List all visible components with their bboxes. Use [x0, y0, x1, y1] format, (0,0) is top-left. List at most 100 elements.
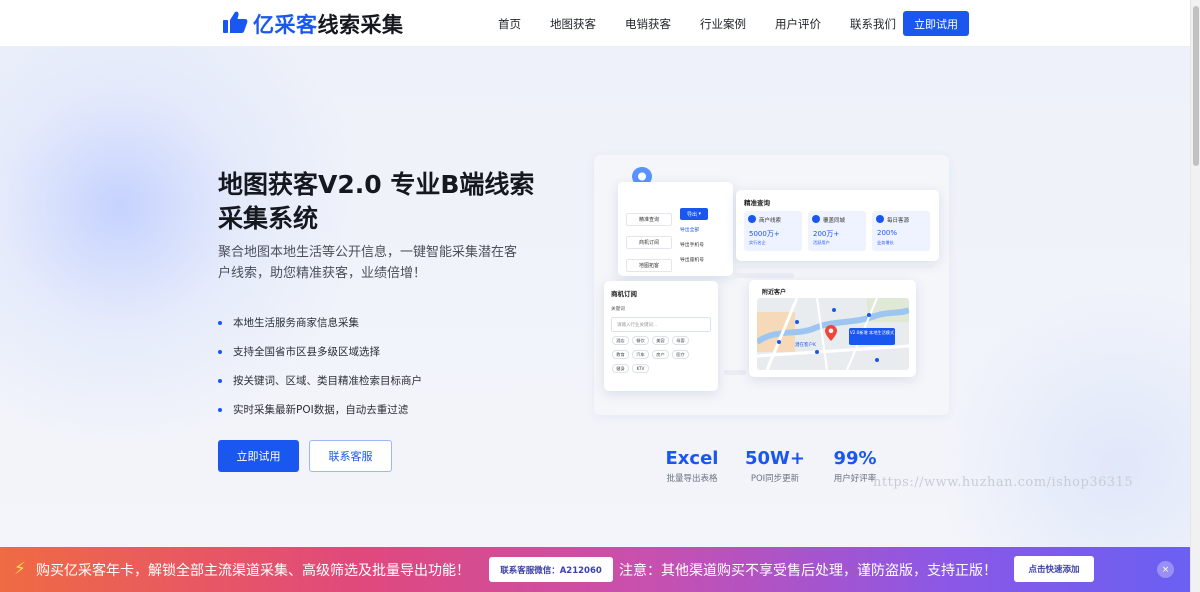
stat-excel: Excel 批量导出表格 [660, 448, 724, 484]
query-card-title: 精准查询 [744, 199, 770, 207]
hero-title: 地图获客V2.0 专业B端线索采集系统 [218, 170, 535, 233]
category-chip[interactable]: 美容 [652, 336, 669, 345]
main-nav: 首页 地图获客 电销获客 行业案例 用户评价 联系我们 [498, 0, 925, 47]
quick-add-button[interactable]: 点击快速添加 [1014, 556, 1094, 582]
stat-label: 覆盖同城 [823, 218, 846, 224]
map-marker-label: 潜在客户K [795, 343, 816, 348]
export-option-landline[interactable]: 导出座机号 [680, 252, 732, 267]
placeholder-row [734, 273, 794, 278]
watermark-text: https://www.huzhan.com/ishop36315 [873, 475, 1134, 490]
category-chip[interactable]: 房产 [652, 350, 669, 359]
category-chip[interactable]: 健身 [612, 364, 629, 373]
logo-suffix: 线索采集 [317, 13, 404, 37]
stat-label: 每日客源 [887, 218, 910, 224]
export-dropdown: 导出全部 导出手机号 导出座机号 [680, 222, 732, 267]
try-now-button[interactable]: 立即试用 [218, 440, 299, 472]
nav-map-acquisition[interactable]: 地图获客 [550, 16, 596, 32]
keyword-label: 关键词 [611, 307, 625, 312]
stat-tag: 业务增长 [877, 240, 894, 245]
precise-query-card: 精准查询 商户线索 5000万+ 实行名企 覆盖同城 200万+ 活跃用户 每日… [736, 190, 939, 261]
category-chip[interactable]: 汽车 [632, 350, 649, 359]
stat-value: Excel [665, 448, 719, 469]
map-tooltip: V2.0新增 本地生活模式 [849, 328, 895, 345]
bullet-dot [218, 378, 222, 383]
user-icon [748, 215, 756, 223]
lightning-icon: ⚡ [14, 559, 26, 579]
customer-pin-icon [875, 358, 879, 362]
promo-warning: 注意：其他渠道购买不享受售后处理，谨防盗版，支持正版！ [619, 563, 997, 579]
header-try-button[interactable]: 立即试用 [903, 11, 969, 36]
customer-pin-icon [867, 313, 871, 317]
nav-home[interactable]: 首页 [498, 16, 521, 32]
stat-tag: 活跃用户 [813, 240, 830, 245]
menu-item-map-expansion[interactable]: 地图拓客 [626, 259, 672, 272]
export-option-all[interactable]: 导出全部 [680, 222, 732, 237]
feature-text: 实时采集最新POI数据，自动去重过滤 [233, 404, 409, 416]
location-icon [812, 215, 820, 223]
stat-label: 商户线索 [759, 218, 782, 224]
stat-value: 200万+ [813, 230, 840, 238]
hero-subtitle: 聚合地图本地生活等公开信息，一键智能采集潜在客户线索，助您精准获客，业绩倍增！ [218, 245, 518, 281]
menu-item-subscription[interactable]: 商机订阅 [626, 236, 672, 249]
category-chip[interactable]: 教育 [612, 350, 629, 359]
menu-item-precise-query[interactable]: 精准查询 [626, 213, 672, 226]
customer-pin-icon [832, 308, 836, 312]
close-icon[interactable]: × [1157, 561, 1174, 578]
keyword-input[interactable]: 请输入行业关键词... [611, 317, 711, 332]
stat-label: 批量导出表格 [666, 474, 718, 484]
feature-text: 按关键词、区域、类目精准检索目标商户 [233, 375, 422, 387]
subscription-card: 商机订阅 关键词 请输入行业关键词... 酒店 餐饮 美容 母婴 教育 汽车 房… [604, 281, 718, 391]
stat-value: 99% [833, 448, 877, 469]
thumbs-up-icon [222, 10, 248, 38]
bullet-dot [218, 349, 222, 354]
stat-box-coverage: 覆盖同城 200万+ 活跃用户 [808, 211, 866, 251]
stat-value: 50W+ [745, 448, 805, 469]
category-chip[interactable]: 母婴 [672, 336, 689, 345]
map-card-title: 附近客户 [762, 289, 787, 296]
subscription-title: 商机订阅 [611, 290, 637, 298]
category-chip[interactable]: KTV [632, 364, 649, 373]
customer-pin-icon [815, 350, 819, 354]
feature-item: 实时采集最新POI数据，自动去重过滤 [218, 395, 422, 424]
bullet-dot [218, 320, 222, 325]
customer-pin-icon [795, 320, 799, 324]
feature-list: 本地生活服务商家信息采集 支持全国省市区县多级区域选择 按关键词、区域、类目精准… [218, 308, 422, 424]
category-chip[interactable]: 酒店 [612, 336, 629, 345]
stat-box-merchants: 商户线索 5000万+ 实行名企 [744, 211, 802, 251]
stat-poi: 50W+ POI同步更新 [741, 448, 809, 484]
contact-support-button[interactable]: 联系客服 [309, 440, 392, 472]
nav-cases[interactable]: 行业案例 [700, 16, 746, 32]
nearby-customers-card: 附近客户 潜在客户K V2.0新增 本地生活模式 [749, 280, 916, 377]
bullet-dot [218, 407, 222, 412]
logo[interactable]: 亿采客 线索采集 [222, 10, 404, 38]
stat-tag: 实行名企 [749, 240, 766, 245]
category-chip[interactable]: 餐饮 [632, 336, 649, 345]
feature-text: 本地生活服务商家信息采集 [233, 317, 359, 329]
scrollbar-thumb[interactable] [1193, 6, 1199, 166]
nav-contact[interactable]: 联系我们 [850, 16, 896, 32]
feature-item: 按关键词、区域、类目精准检索目标商户 [218, 366, 422, 395]
stat-value: 5000万+ [749, 230, 780, 238]
nav-reviews[interactable]: 用户评价 [775, 16, 821, 32]
menu-panel: 精准查询 商机订阅 地图拓客 导出 ▾ 导出全部 导出手机号 导出座机号 [618, 182, 733, 276]
category-chip[interactable]: 医疗 [672, 350, 689, 359]
chart-icon [876, 215, 884, 223]
placeholder-row [734, 263, 934, 268]
nav-telesales[interactable]: 电销获客 [625, 16, 671, 32]
stat-value: 200% [877, 229, 898, 237]
customer-pin-icon [777, 340, 781, 344]
mini-map[interactable]: 潜在客户K V2.0新增 本地生活模式 [757, 298, 909, 370]
logo-brand: 亿采客 [253, 13, 318, 37]
feature-item: 支持全国省市区县多级区域选择 [218, 337, 422, 366]
promo-banner: ⚡ 购买亿采客年卡，解锁全部主流渠道采集、高级筛选及批量导出功能！ 联系客服微信… [0, 547, 1190, 592]
scrollbar[interactable] [1190, 0, 1200, 592]
top-header: 亿采客 线索采集 首页 地图获客 电销获客 行业案例 用户评价 联系我们 立即试… [0, 0, 1190, 47]
location-marker-icon [825, 325, 837, 345]
export-button[interactable]: 导出 ▾ [680, 208, 708, 220]
wechat-contact-button[interactable]: 联系客服微信：A212060 [489, 557, 613, 582]
export-option-mobile[interactable]: 导出手机号 [680, 237, 732, 252]
stat-label: POI同步更新 [750, 474, 800, 484]
promo-message: 购买亿采客年卡，解锁全部主流渠道采集、高级筛选及批量导出功能！ [36, 563, 470, 579]
stat-box-daily: 每日客源 200% 业务增长 [872, 211, 930, 251]
placeholder-row [724, 370, 746, 375]
